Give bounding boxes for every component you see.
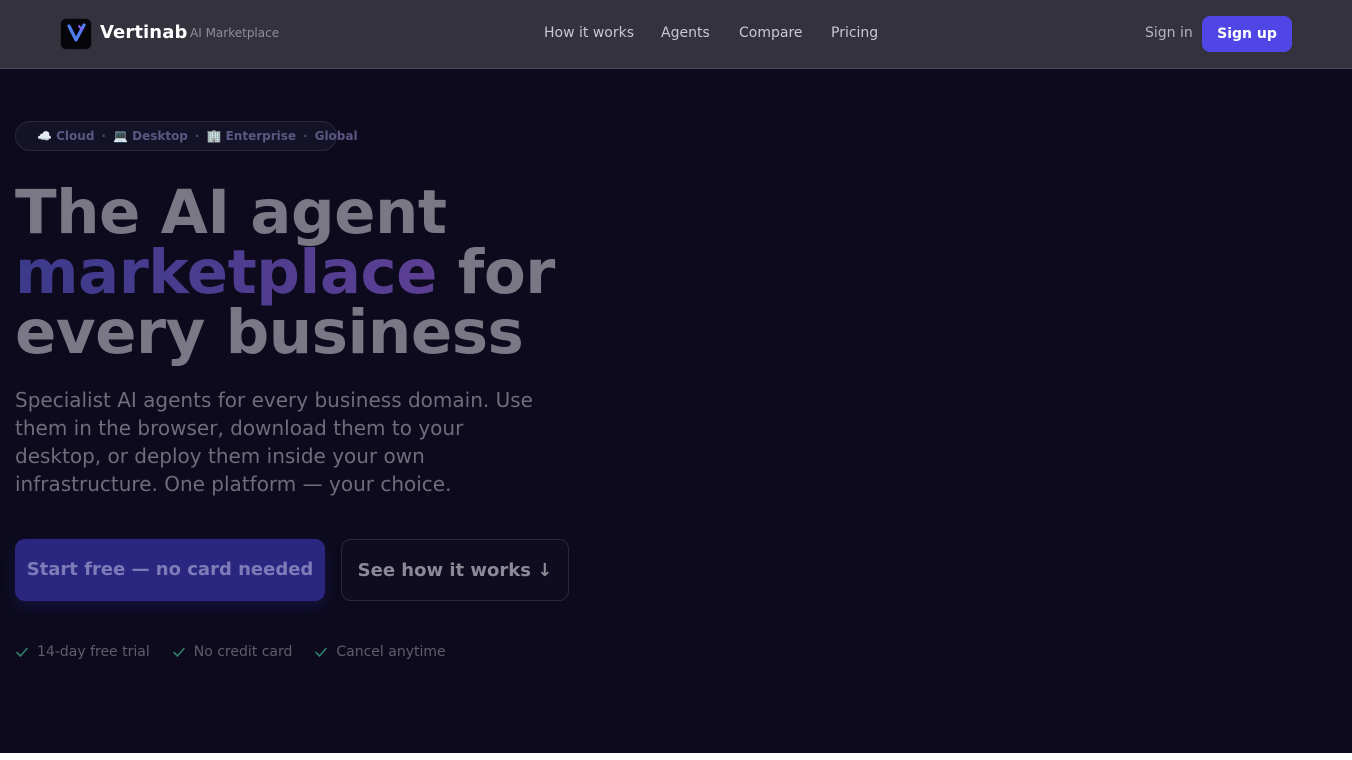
nav-how-it-works[interactable]: How it works [544, 25, 634, 41]
benefit-item: No credit card [172, 642, 293, 662]
check-icon [172, 647, 185, 657]
hero-headline: The AI agent marketplace for every busin… [15, 182, 715, 363]
badge-separator: · [303, 129, 308, 143]
badge-separator: · [194, 129, 200, 143]
page: Vertinab AI Marketplace How it works Age… [0, 0, 1352, 753]
benefit-item: 14-day free trial [15, 642, 150, 662]
benefit-label: No credit card [193, 644, 293, 660]
brand-subtitle: AI Marketplace [190, 26, 280, 40]
sign-up-button[interactable]: Sign up [1202, 16, 1292, 52]
hero-subtext: Specialist AI agents for every business … [15, 388, 533, 496]
badge-item-global: Global [314, 129, 358, 143]
see-how-it-works-button[interactable]: See how it works ↓ [341, 539, 569, 601]
sign-in-link[interactable]: Sign in [1145, 25, 1193, 41]
nav-pricing[interactable]: Pricing [831, 25, 878, 41]
deployment-badge: ☁️ Cloud · 💻 Desktop · 🏢 Enterprise · Gl… [15, 121, 358, 151]
check-icon [16, 647, 28, 657]
headline-line3: every business [15, 297, 524, 368]
brand-name[interactable]: Vertinab [100, 22, 187, 43]
nav-agents[interactable]: Agents [661, 25, 710, 41]
trial-benefits: 14-day free trial No credit card Cancel … [15, 642, 446, 662]
top-navbar: Vertinab AI Marketplace How it works Age… [0, 0, 1352, 69]
badge-item-cloud: ☁️ Cloud [37, 129, 95, 143]
start-free-button[interactable]: Start free — no card needed [15, 539, 325, 601]
badge-separator: · [101, 129, 106, 143]
nav-compare[interactable]: Compare [739, 25, 803, 41]
badge-item-enterprise: 🏢 Enterprise [206, 129, 297, 143]
check-icon [315, 647, 328, 657]
vertinab-logo-icon[interactable] [60, 18, 92, 50]
badge-item-desktop: 💻 Desktop [112, 129, 188, 143]
benefit-item: Cancel anytime [314, 642, 446, 662]
benefit-label: 14-day free trial [37, 644, 150, 660]
benefit-label: Cancel anytime [336, 644, 446, 660]
